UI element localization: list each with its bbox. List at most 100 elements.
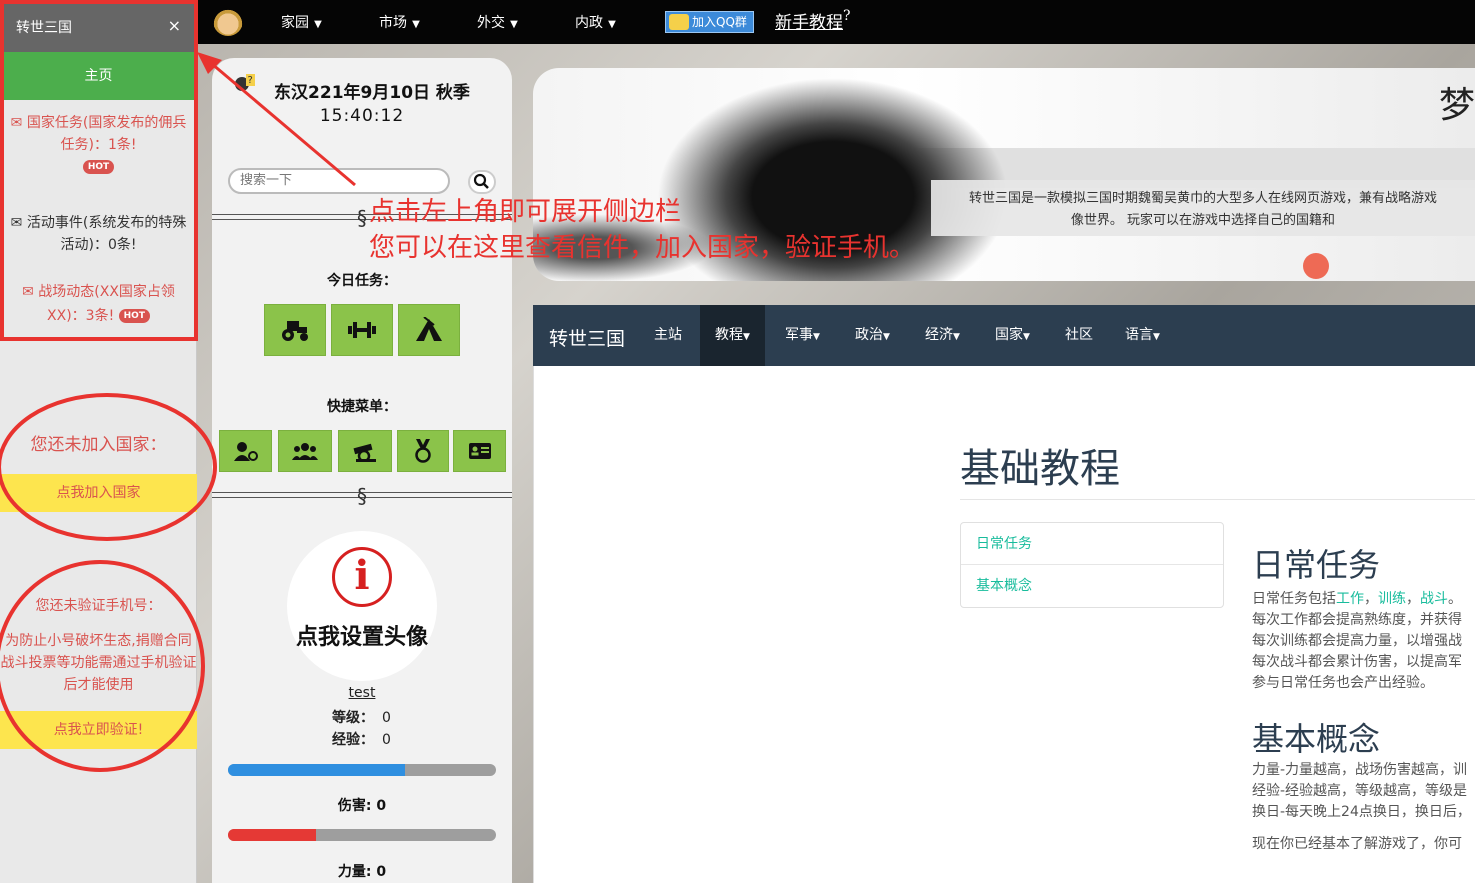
daily-tasks-intro: 日常任务包括工作，训练，战斗。 — [1252, 589, 1475, 610]
quick-profile-button[interactable] — [219, 430, 272, 472]
close-icon[interactable]: × — [168, 16, 181, 35]
set-avatar-label: 点我设置头像 — [295, 625, 428, 650]
exp-label: 经验： — [332, 732, 374, 748]
nav-tutorial[interactable]: 教程▼ — [700, 305, 765, 366]
events-text: 活动事件(系统发布的特殊活动)：0条! — [26, 215, 187, 253]
username-link[interactable]: test — [212, 685, 512, 701]
tutorial-question-mark: ? — [843, 8, 851, 24]
join-qq-group-button[interactable]: 加入QQ群 — [665, 11, 754, 33]
caret-down-icon: ▼ — [743, 332, 750, 342]
caret-down-icon: ▼ — [507, 19, 518, 30]
player-avatar-icon[interactable] — [213, 6, 243, 36]
sidebar-item-events[interactable]: ✉ 活动事件(系统发布的特殊活动)：0条! — [10, 212, 187, 256]
caret-down-icon: ▼ — [311, 19, 322, 30]
hot-badge: HOT — [118, 309, 150, 323]
menu-home-label: 家园 — [281, 15, 309, 31]
dumbbell-icon — [348, 322, 376, 338]
menu-market[interactable]: 市场 ▼ — [379, 12, 420, 32]
nav-military[interactable]: 军事▼ — [770, 305, 835, 366]
quick-id-card-button[interactable] — [453, 430, 506, 472]
quick-group-button[interactable] — [278, 430, 332, 472]
game-time: 15:40:12 — [319, 106, 405, 126]
nav-main-site[interactable]: 主站 — [639, 305, 697, 366]
title-divider — [960, 499, 1475, 500]
exp-stat: 经验： 0 — [332, 729, 391, 749]
join-country-button[interactable]: 点我加入国家 — [0, 474, 197, 512]
banner-text-line2: 像世界。 玩家可以在游戏中选择自己的国籍和 — [1070, 213, 1336, 228]
user-settings-icon — [233, 442, 258, 461]
separator-2: ， — [1406, 591, 1420, 607]
nav-country[interactable]: 国家▼ — [980, 305, 1045, 366]
battle-task-button[interactable] — [398, 304, 460, 356]
sidebar-header: 转世三国 × — [0, 0, 197, 52]
nav-tutorial-label: 教程 — [715, 327, 743, 343]
status-panel: ? 东汉221年9月10日 秋季 15:40:12 搜索一下 § 今日任务： 快… — [212, 58, 512, 883]
menu-diplomacy[interactable]: 外交 ▼ — [477, 12, 518, 32]
level-label: 等级： — [332, 710, 374, 726]
verify-phone-description: 为防止小号破坏生态,捐赠合同战斗投票等功能需通过手机验证后才能使用 — [0, 633, 197, 693]
daily-tasks-train: 每次训练都会提高力量，以增强战 — [1252, 633, 1462, 649]
nav-politics[interactable]: 政治▼ — [840, 305, 905, 366]
sentence-end: 。 — [1448, 591, 1462, 607]
concept-summary: 现在你已经基本了解游戏了，你可 — [1252, 836, 1462, 852]
caret-down-icon: ▼ — [883, 332, 890, 342]
train-task-button[interactable] — [331, 304, 393, 356]
verify-phone-button[interactable]: 点我立即验证! — [0, 711, 197, 749]
today-tasks-label: 今日任务： — [327, 273, 397, 289]
battle-news-text: 战场动态(XX国家占领XX)：3条! — [38, 284, 175, 324]
work-link[interactable]: 工作 — [1336, 591, 1364, 607]
join-qq-group-label: 加入QQ群 — [692, 15, 747, 29]
nav-community[interactable]: 社区 — [1050, 305, 1108, 366]
battle-link[interactable]: 战斗 — [1420, 591, 1448, 607]
tutorial-content: 基础教程 日常任务 基本概念 日常任务 日常任务包括工作，训练，战斗。 每次工作… — [533, 366, 1475, 883]
search-input[interactable]: 搜索一下 — [228, 168, 450, 194]
sidebar-home-button[interactable]: 主页 — [0, 52, 197, 100]
nav-country-label: 国家 — [995, 327, 1023, 343]
annotation-line-1: 点击左上角即可展开侧边栏 — [369, 197, 682, 227]
medal-icon — [415, 439, 431, 463]
sidebar-item-national-tasks[interactable]: ✉ 国家任务(国家发布的佣兵任务)：1条! HOT — [10, 112, 187, 178]
sidebar-title: 转世三国 — [16, 20, 72, 36]
daily-tasks-work: 每次工作都会提高熟练度，并获得 — [1252, 612, 1462, 628]
nav-language[interactable]: 语言▼ — [1110, 305, 1175, 366]
search-placeholder: 搜索一下 — [240, 173, 293, 188]
quick-military-button[interactable] — [338, 430, 392, 472]
power-label: 力量: 0 — [337, 864, 387, 880]
content-brand[interactable]: 转世三国 — [549, 324, 625, 351]
caret-down-icon: ▼ — [953, 332, 960, 342]
set-avatar-button[interactable]: i 点我设置头像 — [287, 531, 437, 681]
toc-daily-tasks[interactable]: 日常任务 — [961, 523, 1223, 565]
daily-intro-text: 日常任务包括 — [1252, 591, 1336, 607]
damage-label: 伤害: 0 — [337, 798, 387, 814]
nav-economy[interactable]: 经济▼ — [910, 305, 975, 366]
menu-domestic-label: 内政 — [575, 15, 603, 31]
quick-medal-button[interactable] — [397, 430, 449, 472]
info-icon-glyph: i — [354, 552, 370, 599]
toc-basic-concepts[interactable]: 基本概念 — [961, 565, 1223, 607]
quick-menu-label: 快捷菜单： — [327, 399, 397, 415]
national-tasks-text: 国家任务(国家发布的佣兵任务)：1条! — [26, 115, 187, 153]
envelope-icon: ✉ — [10, 115, 27, 131]
annotation-text: 点击左上角即可展开侧边栏 您可以在这里查看信件，加入国家，验证手机。 — [369, 194, 915, 266]
train-link[interactable]: 训练 — [1378, 591, 1406, 607]
daily-tasks-heading: 日常任务 — [1252, 546, 1381, 584]
concept-day-change: 换日-每天晚上24点换日，换日后， — [1252, 804, 1471, 820]
sidebar-item-battle-news[interactable]: ✉ 战场动态(XX国家占领XX)：3条! HOT — [10, 280, 187, 328]
verify-phone-title: 您还未验证手机号： — [35, 598, 162, 614]
cannon-icon — [353, 443, 376, 462]
separator-1: ， — [1364, 591, 1378, 607]
exp-progress-fill — [228, 764, 405, 776]
menu-domestic[interactable]: 内政 ▼ — [575, 12, 616, 32]
caret-down-icon: ▼ — [409, 19, 420, 30]
damage-progress-bar — [228, 829, 496, 841]
search-icon[interactable] — [468, 170, 496, 194]
level-value: 0 — [382, 710, 391, 726]
damage-progress-fill — [228, 829, 317, 841]
menu-home[interactable]: 家园 ▼ — [281, 12, 322, 32]
nav-military-label: 军事 — [785, 327, 813, 343]
nav-economy-label: 经济 — [925, 327, 953, 343]
work-task-button[interactable] — [264, 304, 326, 356]
beginner-tutorial-link[interactable]: 新手教程? — [775, 8, 851, 33]
join-country-title: 您还未加入国家： — [30, 435, 167, 455]
envelope-icon: ✉ — [10, 215, 27, 231]
